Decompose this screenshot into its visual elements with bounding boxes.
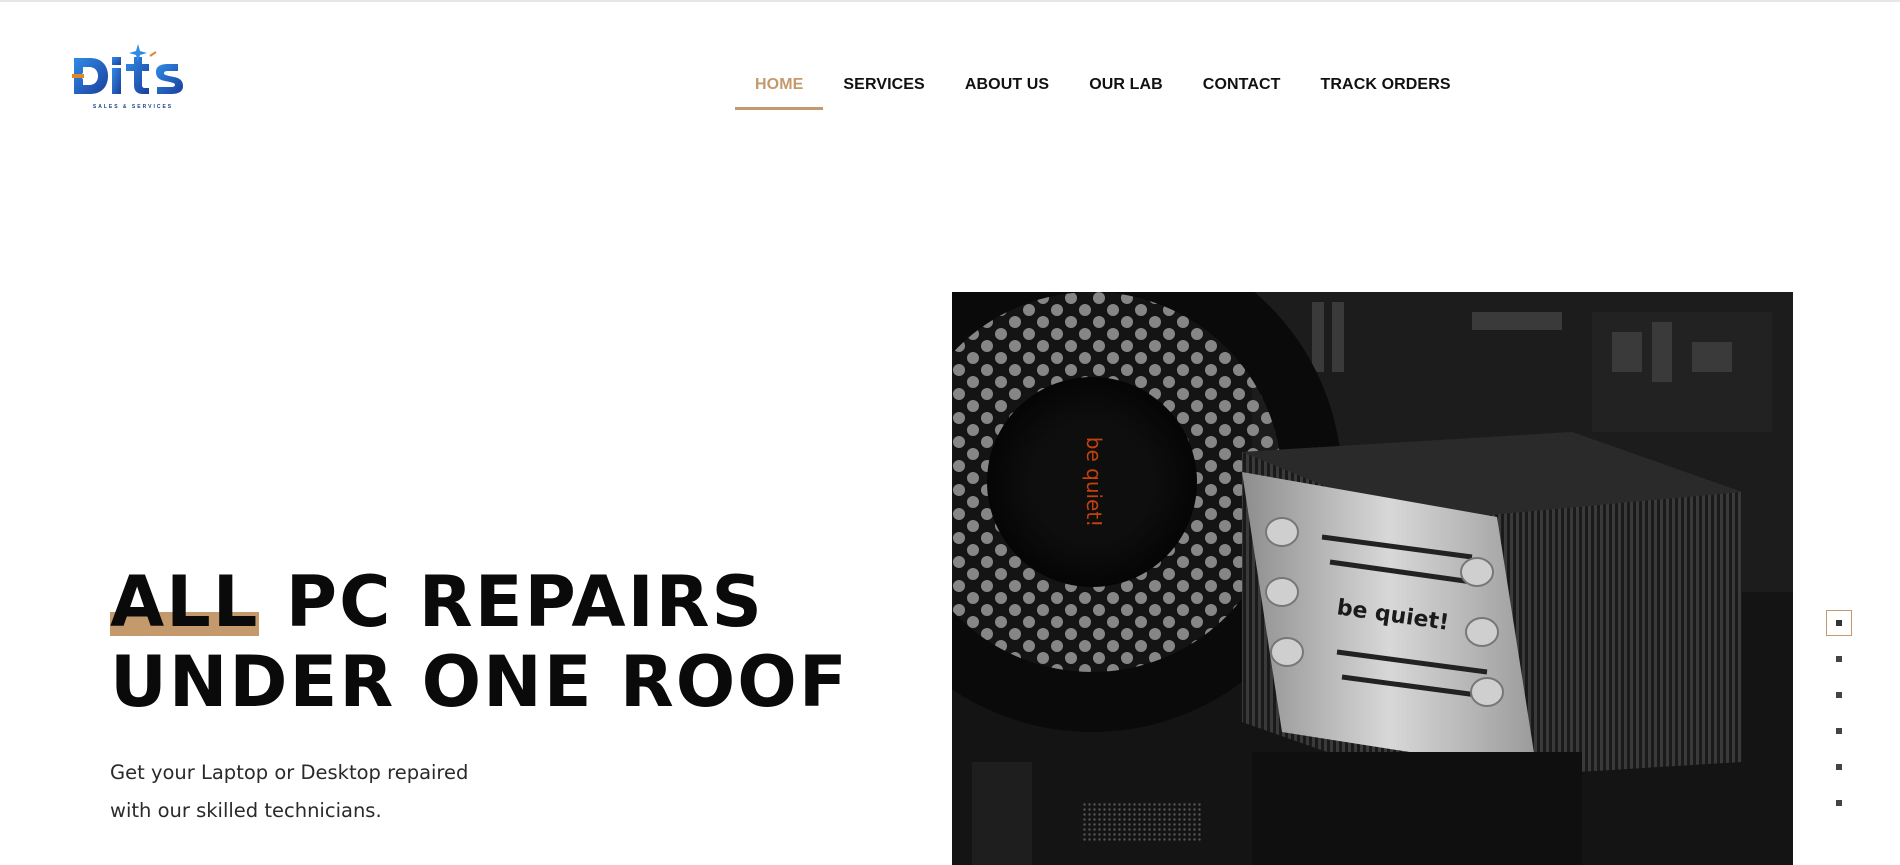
slider-dot-marker [1836,692,1842,698]
nav-item-home[interactable]: HOME [735,64,824,110]
hero-title-line-2: UNDER ONE ROOF [110,641,849,723]
slider-dot-3[interactable] [1826,682,1852,708]
nav-item-our-lab[interactable]: OUR LAB [1069,64,1183,110]
nav-item-about-us[interactable]: ABOUT US [945,64,1069,110]
hero-subtitle: Get your Laptop or Desktop repaired with… [110,754,530,830]
hero-subtitle-line-1: Get your Laptop or Desktop repaired [110,761,469,784]
slider-dot-marker [1836,764,1842,770]
nav-item-track-orders[interactable]: TRACK ORDERS [1301,64,1471,110]
hero-image: be quiet! be quiet! [952,292,1793,865]
slider-dot-1[interactable] [1826,610,1852,636]
fan-brand-text: be quiet! [1082,437,1106,527]
slider-dot-6[interactable] [1826,790,1852,816]
hero-title-line-1-rest: PC REPAIRS [285,561,764,643]
slider-dot-marker [1836,656,1842,662]
logo-tagline: SALES & SERVICES [92,104,174,110]
main-nav: HOME SERVICES ABOUT US OUR LAB CONTACT T… [735,64,1471,110]
nav-item-contact[interactable]: CONTACT [1183,64,1301,110]
slider-dot-4[interactable] [1826,718,1852,744]
pc-cooler-photo-icon: be quiet! be quiet! [952,292,1793,865]
slider-dot-marker [1836,620,1842,626]
hero-title-highlight: ALL [110,561,260,643]
top-border [0,0,1900,2]
hero-subtitle-line-2: with our skilled technicians. [110,799,382,822]
nav-item-services[interactable]: SERVICES [823,64,944,110]
hero-title: ALL PC REPAIRS UNDER ONE ROOF [110,562,950,722]
page: SALES & SERVICES HOME SERVICES ABOUT US … [0,0,1900,865]
slider-dot-5[interactable] [1826,754,1852,780]
logo-mark-icon [72,44,183,94]
slider-dot-2[interactable] [1826,646,1852,672]
hero-title-line-1: ALL PC REPAIRS [110,562,950,642]
brand-logo[interactable]: SALES & SERVICES [72,42,194,114]
slider-pagination [1826,610,1852,826]
slider-dot-marker [1836,800,1842,806]
slider-dot-marker [1836,728,1842,734]
